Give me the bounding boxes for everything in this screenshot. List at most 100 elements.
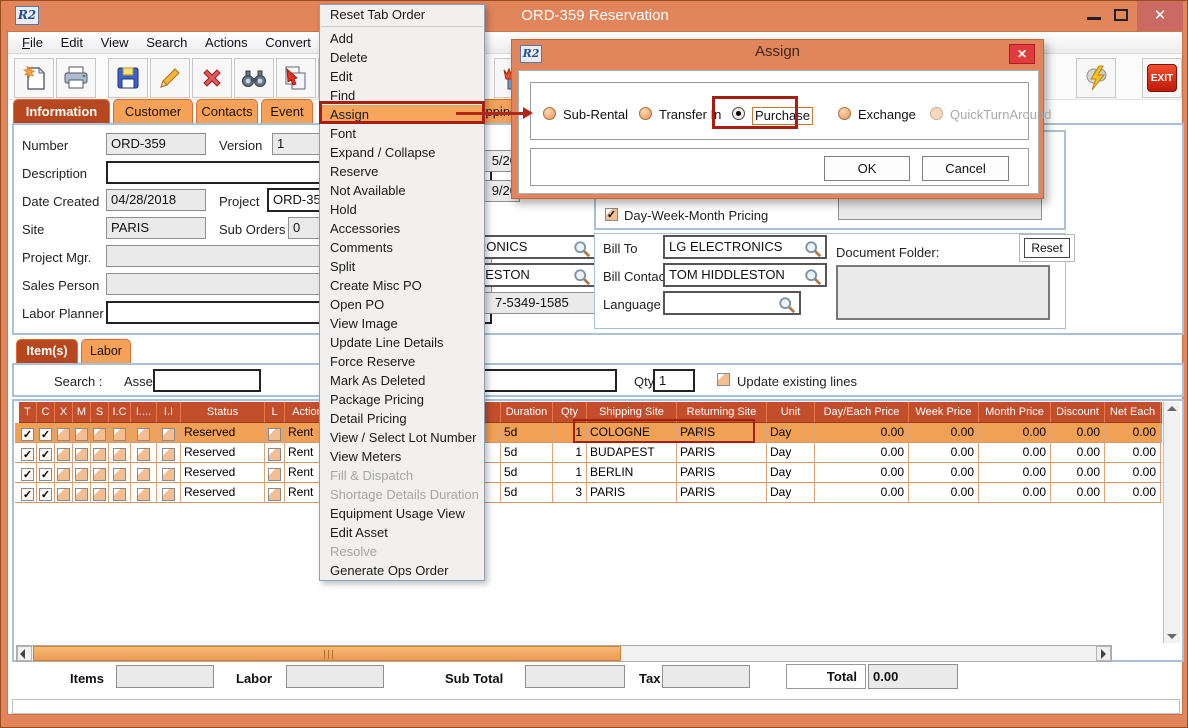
new-document-icon[interactable]: [14, 58, 54, 98]
menu-actions[interactable]: Actions: [205, 35, 248, 50]
column-header[interactable]: I....: [131, 402, 157, 423]
column-header[interactable]: L: [265, 402, 285, 423]
checked-checkbox[interactable]: ✓: [21, 428, 34, 441]
context-menu-item[interactable]: Edit Asset: [320, 523, 484, 542]
tab-event[interactable]: Event: [261, 99, 313, 123]
checked-checkbox[interactable]: ✓: [39, 468, 52, 481]
unchecked-checkbox[interactable]: [57, 428, 70, 441]
find-binoculars-icon[interactable]: [234, 58, 274, 98]
tab-labor[interactable]: Labor: [81, 339, 131, 363]
checked-checkbox[interactable]: ✓: [21, 488, 34, 501]
column-header[interactable]: I.C: [109, 402, 131, 423]
save-icon[interactable]: [108, 58, 148, 98]
context-menu-item[interactable]: Expand / Collapse: [320, 143, 484, 162]
unchecked-checkbox[interactable]: [113, 448, 126, 461]
unchecked-checkbox[interactable]: [113, 428, 126, 441]
close-icon[interactable]: ✕: [1137, 1, 1183, 31]
unchecked-checkbox[interactable]: [57, 448, 70, 461]
checked-checkbox[interactable]: ✓: [39, 428, 52, 441]
tab-customer[interactable]: Customer: [113, 99, 193, 123]
bill-to-field[interactable]: LG ELECTRONICS: [663, 235, 827, 259]
unchecked-checkbox[interactable]: [137, 488, 150, 501]
reset-button[interactable]: Reset: [1024, 238, 1070, 258]
print-icon[interactable]: [56, 58, 96, 98]
column-header[interactable]: Discount: [1051, 402, 1105, 423]
table-row[interactable]: ✓✓ReservedRentLG ST5d3PARISPARISDay0.000…: [15, 483, 1162, 503]
ok-button[interactable]: OK: [824, 156, 910, 181]
unchecked-checkbox[interactable]: [75, 488, 88, 501]
paste-convert-icon[interactable]: [276, 58, 316, 98]
qty-input[interactable]: 1: [653, 369, 695, 392]
menu-convert[interactable]: Convert: [265, 35, 311, 50]
unchecked-checkbox[interactable]: [162, 468, 175, 481]
unchecked-checkbox[interactable]: [137, 468, 150, 481]
sub-rental-radio[interactable]: [543, 107, 556, 120]
language-field[interactable]: [663, 291, 801, 315]
context-menu-item[interactable]: Comments: [320, 238, 484, 257]
tab-contacts[interactable]: Contacts: [196, 99, 258, 123]
context-menu-item[interactable]: Detail Pricing: [320, 409, 484, 428]
unchecked-checkbox[interactable]: [113, 468, 126, 481]
exchange-label[interactable]: Exchange: [858, 107, 916, 122]
scroll-down-icon[interactable]: [1167, 634, 1177, 639]
edit-pencil-icon[interactable]: [150, 58, 190, 98]
context-menu-item[interactable]: Edit: [320, 67, 484, 86]
context-menu-item[interactable]: Equipment Usage View: [320, 504, 484, 523]
table-row[interactable]: ✓✓ReservedRentLG ST5d1BERLINPARISDay0.00…: [15, 463, 1162, 483]
column-header[interactable]: Month Price: [979, 402, 1051, 423]
horizontal-scroll-thumb[interactable]: [33, 646, 621, 661]
bill-to-search-icon[interactable]: [804, 240, 822, 259]
scroll-up-icon[interactable]: [1167, 406, 1177, 411]
unchecked-checkbox[interactable]: [268, 448, 281, 461]
update-lines-checkbox[interactable]: [717, 373, 730, 386]
asset-input[interactable]: [153, 369, 261, 392]
context-menu-item[interactable]: View / Select Lot Number: [320, 428, 484, 447]
unchecked-checkbox[interactable]: [93, 488, 106, 501]
unchecked-checkbox[interactable]: [137, 428, 150, 441]
unchecked-checkbox[interactable]: [93, 468, 106, 481]
horizontal-scrollbar[interactable]: [16, 645, 1112, 662]
context-menu-item[interactable]: Accessories: [320, 219, 484, 238]
checked-checkbox[interactable]: ✓: [39, 448, 52, 461]
context-menu-item[interactable]: Mark As Deleted: [320, 371, 484, 390]
menu-file[interactable]: File: [22, 35, 43, 50]
context-menu-item[interactable]: Package Pricing: [320, 390, 484, 409]
customer-search-icon[interactable]: [573, 240, 591, 259]
contact-search-icon[interactable]: [573, 268, 591, 287]
description-input[interactable]: [469, 369, 617, 392]
unchecked-checkbox[interactable]: [75, 468, 88, 481]
unchecked-checkbox[interactable]: [162, 488, 175, 501]
context-menu-item[interactable]: Open PO: [320, 295, 484, 314]
vertical-scrollbar[interactable]: [1163, 402, 1180, 643]
column-header[interactable]: Ne: [1161, 402, 1162, 423]
delete-icon[interactable]: [192, 58, 232, 98]
context-menu-item[interactable]: Update Line Details: [320, 333, 484, 352]
column-header[interactable]: T: [19, 402, 37, 423]
unchecked-checkbox[interactable]: [162, 428, 175, 441]
title-bar[interactable]: R2 ORD-359 Reservation ✕: [1, 1, 1188, 31]
unchecked-checkbox[interactable]: [93, 428, 106, 441]
sub-rental-label[interactable]: Sub-Rental: [563, 107, 628, 122]
language-search-icon[interactable]: [778, 296, 796, 315]
checked-checkbox[interactable]: ✓: [21, 468, 34, 481]
context-menu-item[interactable]: Delete: [320, 48, 484, 67]
tab-items[interactable]: Item(s): [16, 339, 78, 363]
context-menu-item[interactable]: Font: [320, 124, 484, 143]
dialog-close-icon[interactable]: ✕: [1009, 44, 1035, 64]
column-header[interactable]: C: [37, 402, 55, 423]
scroll-right-button[interactable]: [1096, 646, 1111, 661]
unchecked-checkbox[interactable]: [57, 488, 70, 501]
unchecked-checkbox[interactable]: [268, 488, 281, 501]
dwm-pricing-checkbox[interactable]: ✓: [605, 208, 618, 221]
menu-view[interactable]: View: [101, 35, 129, 50]
checked-checkbox[interactable]: ✓: [39, 488, 52, 501]
context-menu-item[interactable]: View Meters: [320, 447, 484, 466]
column-header[interactable]: I.I: [157, 402, 181, 423]
exchange-radio[interactable]: [838, 107, 851, 120]
quick-action-lightning-icon[interactable]: [1076, 58, 1116, 98]
unchecked-checkbox[interactable]: [268, 468, 281, 481]
unchecked-checkbox[interactable]: [268, 428, 281, 441]
unchecked-checkbox[interactable]: [75, 448, 88, 461]
table-row[interactable]: ✓✓ReservedRentLG ST5d1BUDAPESTPARISDay0.…: [15, 443, 1162, 463]
column-header[interactable]: Day/Each Price: [815, 402, 909, 423]
